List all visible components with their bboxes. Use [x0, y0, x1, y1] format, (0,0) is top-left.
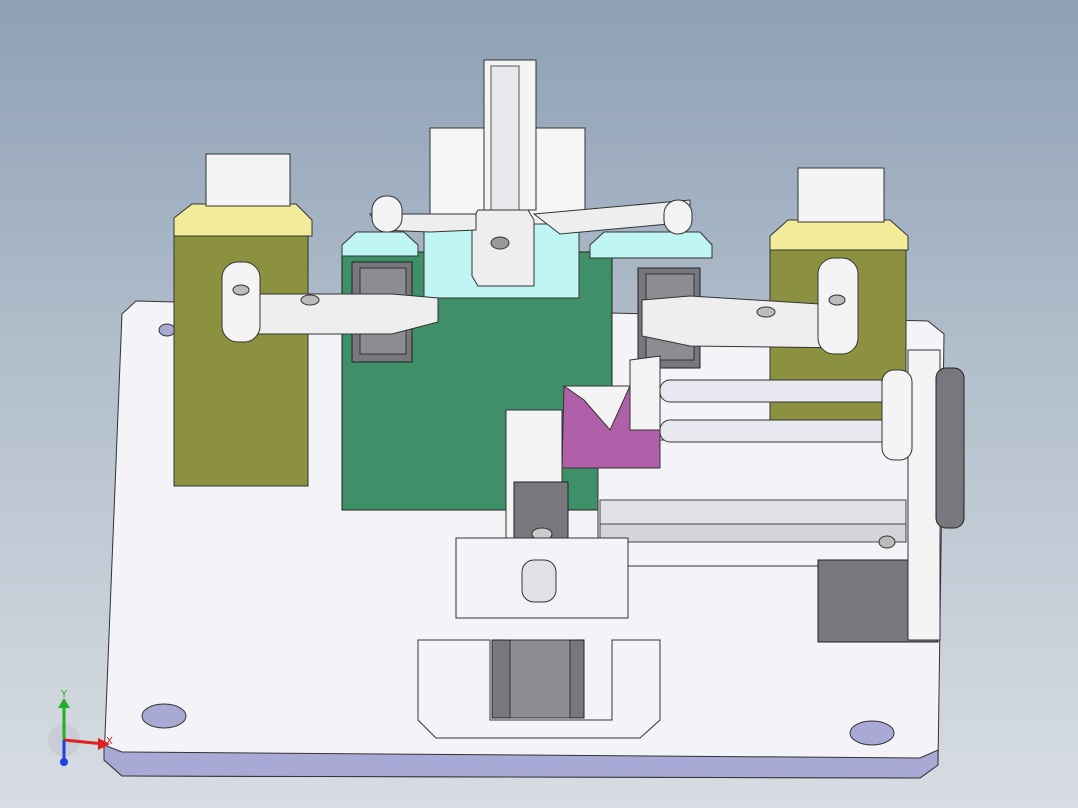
- coordinate-triad: Y X: [40, 688, 120, 778]
- z-axis-end: [60, 758, 68, 766]
- mount-hole: [159, 324, 175, 336]
- mount-hole: [142, 704, 186, 728]
- 3d-model-view[interactable]: [0, 0, 1078, 808]
- x-axis-label: X: [106, 736, 113, 747]
- cad-viewport[interactable]: Y X: [0, 0, 1078, 808]
- y-axis-label: Y: [60, 689, 68, 700]
- mount-hole: [850, 721, 894, 745]
